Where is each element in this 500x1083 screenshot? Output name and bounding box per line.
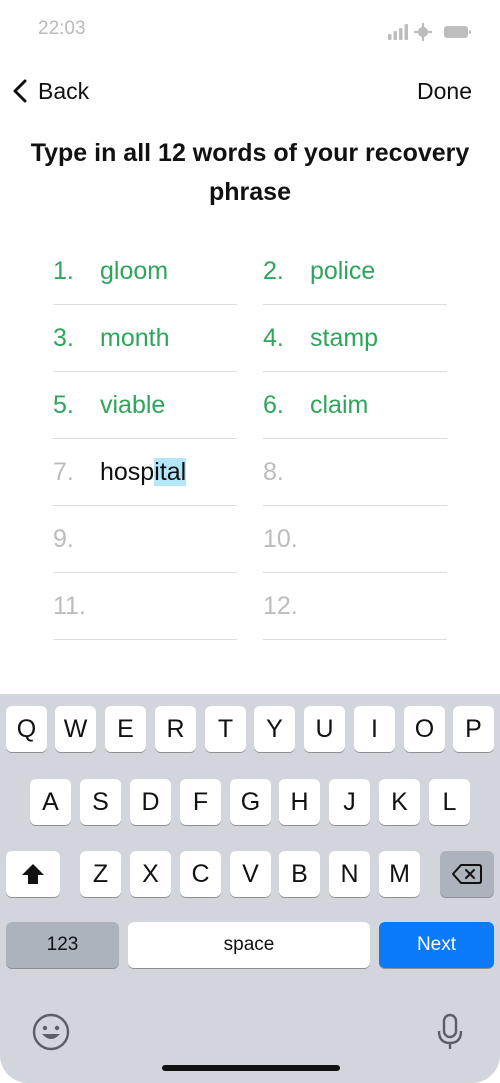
key-t[interactable]: T [205,706,246,752]
home-indicator[interactable] [162,1065,340,1071]
word-number: 4. [263,324,284,352]
key-j[interactable]: J [329,779,370,825]
word-number: 2. [263,257,284,285]
word-number: 1. [53,257,74,285]
word-number: 10. [263,525,298,553]
key-z[interactable]: Z [80,851,121,897]
microphone-icon[interactable] [435,1012,465,1052]
key-w[interactable]: W [55,706,96,752]
word-field-3[interactable]: 3. month [53,305,237,372]
next-key[interactable]: Next [379,922,494,968]
word-number: 9. [53,525,74,553]
word-field-4[interactable]: 4. stamp [263,305,447,372]
word-number: 8. [263,458,284,486]
key-k[interactable]: K [379,779,420,825]
word-value: claim [310,391,369,419]
word-number: 7. [53,458,74,486]
key-o[interactable]: O [404,706,445,752]
word-number: 6. [263,391,284,419]
shift-key[interactable] [6,851,60,897]
autocomplete-suggestion: ital [154,458,187,486]
key-y[interactable]: Y [254,706,295,752]
backspace-key[interactable] [440,851,494,897]
key-l[interactable]: L [429,779,470,825]
word-number: 3. [53,324,74,352]
word-field-7[interactable]: 7. hospital [53,439,237,506]
battery-icon [444,26,471,38]
key-q[interactable]: Q [6,706,47,752]
key-a[interactable]: A [30,779,71,825]
word-value: stamp [310,324,379,352]
back-button[interactable]: Back [10,68,89,114]
shift-icon [22,864,44,884]
key-u[interactable]: U [304,706,345,752]
word-field-1[interactable]: 1. gloom [53,238,237,305]
key-n[interactable]: N [329,851,370,897]
word-field-2[interactable]: 2. police [263,238,447,305]
status-time: 22:03 [38,18,86,39]
key-e[interactable]: E [105,706,146,752]
word-number: 5. [53,391,74,419]
connectivity-icon [414,23,432,41]
word-number: 11. [53,592,86,620]
typed-text: hosp [100,458,155,486]
key-d[interactable]: D [130,779,171,825]
key-i[interactable]: I [354,706,395,752]
key-h[interactable]: H [279,779,320,825]
word-value: gloom [100,257,169,285]
key-s[interactable]: S [80,779,121,825]
navigation-bar: Back Done [0,68,500,114]
word-field-8[interactable]: 8. [263,439,447,506]
word-field-9[interactable]: 9. [53,506,237,573]
page-title: Type in all 12 words of your recovery ph… [30,139,470,206]
numbers-key[interactable]: 123 [6,922,119,968]
word-field-12[interactable]: 12. [263,573,447,640]
word-field-6[interactable]: 6. claim [263,372,447,439]
key-p[interactable]: P [453,706,494,752]
emoji-icon[interactable] [31,1012,71,1052]
word-number: 12. [263,592,298,620]
chevron-left-icon [13,79,27,103]
key-m[interactable]: M [379,851,420,897]
key-v[interactable]: V [230,851,271,897]
word-field-11[interactable]: 11. [53,573,237,640]
phone-screen: 22:03 Back Done Type in all 12 words of … [0,0,500,1083]
key-g[interactable]: G [230,779,271,825]
keyboard: Q W E R T Y U I O P A S D F G H J K L Z … [0,694,500,1083]
key-r[interactable]: R [155,706,196,752]
status-icons [388,23,471,41]
word-value: police [310,257,376,285]
word-input-value: hospital [100,458,187,487]
key-x[interactable]: X [130,851,171,897]
status-bar: 22:03 [0,0,500,62]
space-key[interactable]: space [128,922,370,968]
signal-icon [388,24,408,40]
word-value: month [100,324,170,352]
done-button[interactable]: Done [417,68,472,114]
backspace-icon [452,864,482,884]
word-field-5[interactable]: 5. viable [53,372,237,439]
word-value: viable [100,391,166,419]
key-c[interactable]: C [180,851,221,897]
back-label: Back [38,77,90,104]
key-b[interactable]: B [279,851,320,897]
key-f[interactable]: F [180,779,221,825]
word-field-10[interactable]: 10. [263,506,447,573]
